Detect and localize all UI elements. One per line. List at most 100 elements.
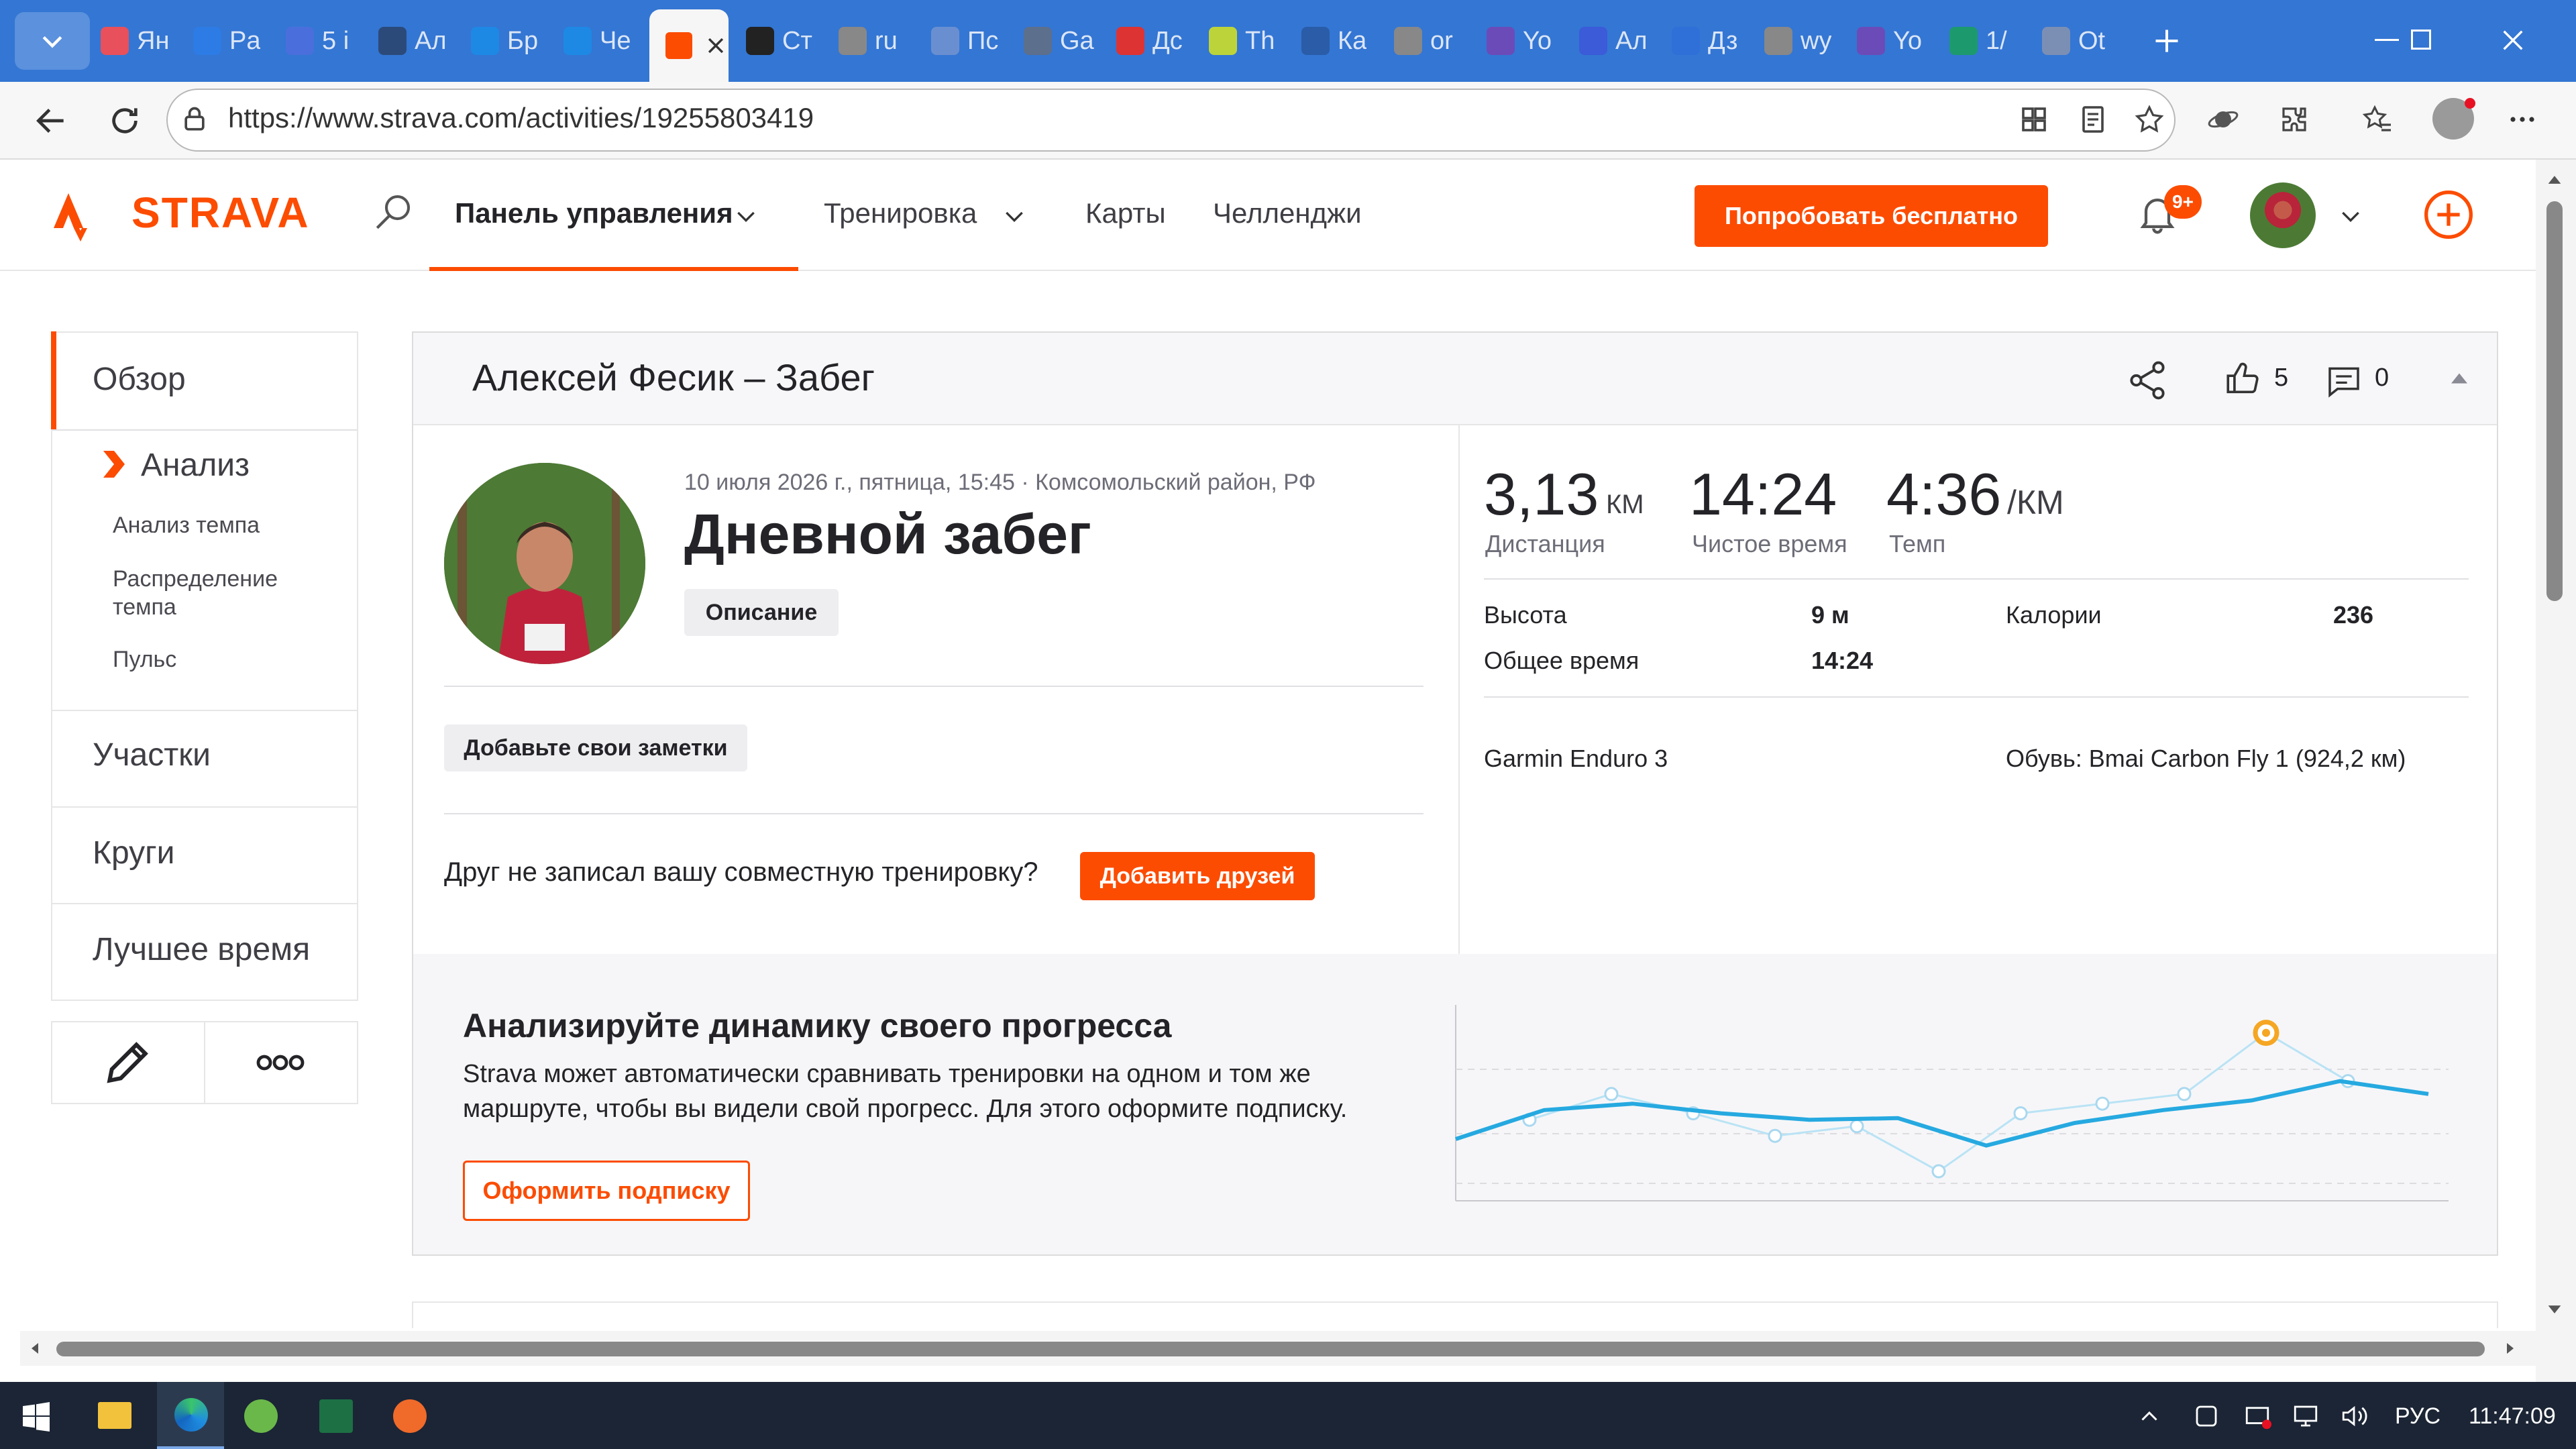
tray-network-alert-icon[interactable] <box>2243 1402 2271 1430</box>
nav-training[interactable]: Тренировка <box>824 197 977 229</box>
browser-tab[interactable]: Дз <box>1672 12 1760 70</box>
comments-count[interactable]: 0 <box>2375 364 2389 392</box>
description-button[interactable]: Описание <box>684 589 839 636</box>
scroll-down-icon[interactable] <box>2545 1300 2564 1319</box>
comment-icon[interactable] <box>2325 362 2363 400</box>
nav-maps[interactable]: Карты <box>1085 197 1166 229</box>
scroll-up-icon[interactable] <box>2545 170 2564 189</box>
add-plus-circle-icon[interactable] <box>2422 188 2475 241</box>
browser-tab[interactable]: Ал <box>1579 12 1668 70</box>
browser-tab[interactable]: Pa <box>193 12 282 70</box>
browser-tab[interactable]: Пс <box>931 12 1020 70</box>
browser-tab[interactable]: Че <box>564 12 652 70</box>
maximize-button[interactable] <box>2411 30 2431 50</box>
strava-logo-icon[interactable] <box>46 182 99 241</box>
add-notes-button[interactable]: Добавьте свои заметки <box>444 724 747 771</box>
nav-challenges[interactable]: Челленджи <box>1213 197 1362 229</box>
profile-avatar[interactable] <box>2432 98 2475 140</box>
more-options-icon[interactable] <box>254 1045 307 1080</box>
browser-tab[interactable]: Ga <box>1024 12 1112 70</box>
browser-tab[interactable]: Th <box>1209 12 1297 70</box>
browser-tab[interactable]: Yo <box>1487 12 1575 70</box>
minimize-button[interactable] <box>2375 39 2399 41</box>
file-explorer-icon[interactable] <box>98 1402 131 1429</box>
sidebar-item-segments[interactable]: Участки <box>93 737 211 773</box>
chevron-down-icon[interactable] <box>1001 203 1028 229</box>
browser-tab[interactable]: 5 i <box>286 12 374 70</box>
browser-tab[interactable]: Ст <box>746 12 835 70</box>
pace-label: Темп <box>1889 530 1946 557</box>
browser-tab[interactable]: 1/ <box>1949 12 2038 70</box>
browser-tab[interactable]: Дс <box>1116 12 1205 70</box>
browser-tab[interactable]: Ал <box>378 12 467 70</box>
favorite-star-icon[interactable] <box>2133 103 2165 136</box>
chevron-down-icon[interactable] <box>733 203 759 229</box>
chevron-down-icon[interactable] <box>2337 203 2364 229</box>
browser-tab[interactable]: Ot <box>2042 12 2131 70</box>
add-friends-button[interactable]: Добавить друзей <box>1080 852 1315 900</box>
vk-icon <box>1301 27 1330 55</box>
browser-tab[interactable]: or <box>1394 12 1483 70</box>
browser-tab[interactable]: Ян <box>101 12 189 70</box>
browser-tab[interactable]: Ка <box>1301 12 1390 70</box>
tray-app-icon[interactable] <box>2192 1402 2220 1430</box>
collapse-caret-icon[interactable] <box>2447 366 2471 390</box>
kudos-thumb-icon[interactable] <box>2223 360 2262 398</box>
new-tab-button[interactable] <box>2145 16 2188 66</box>
torrent-icon[interactable] <box>244 1399 278 1433</box>
distance-unit: КМ <box>1606 490 1644 519</box>
close-tab-icon[interactable] <box>704 34 727 57</box>
browser-tab-title: 5 i <box>322 26 350 55</box>
sidebar-item-laps[interactable]: Круги <box>93 835 174 871</box>
favorites-bar-icon[interactable] <box>2361 103 2394 136</box>
browser-tab[interactable]: ru <box>839 12 927 70</box>
tray-chevron-up-icon[interactable] <box>2137 1405 2161 1429</box>
close-window-icon[interactable] <box>2500 27 2526 54</box>
browser-tab[interactable]: Yo <box>1857 12 1945 70</box>
user-avatar[interactable] <box>2250 182 2316 248</box>
edit-pencil-icon[interactable] <box>101 1036 154 1089</box>
scroll-left-icon[interactable] <box>27 1340 43 1356</box>
sidebar-item-overview[interactable]: Обзор <box>93 361 186 398</box>
tray-volume-icon[interactable] <box>2340 1402 2368 1430</box>
edge-browser-icon[interactable] <box>157 1382 224 1449</box>
horizontal-scrollbar[interactable] <box>20 1331 2536 1366</box>
planet-icon[interactable] <box>2207 103 2239 136</box>
refresh-icon[interactable] <box>106 102 144 140</box>
lock-icon[interactable] <box>180 105 209 134</box>
tray-language[interactable]: РУС <box>2395 1403 2440 1430</box>
search-icon[interactable] <box>372 189 416 233</box>
try-free-button[interactable]: Попробовать бесплатно <box>1695 185 2048 247</box>
nav-dashboard[interactable]: Панель управления <box>455 197 733 229</box>
tab-actions-button[interactable] <box>15 12 90 70</box>
subscribe-button[interactable]: Оформить подписку <box>463 1161 750 1221</box>
sidebar-item-best-efforts[interactable]: Лучшее время <box>93 931 310 968</box>
horizontal-scroll-thumb[interactable] <box>56 1342 2485 1356</box>
share-icon[interactable] <box>2125 358 2169 402</box>
vertical-scroll-thumb[interactable] <box>2546 201 2563 601</box>
reader-icon[interactable] <box>2077 103 2109 136</box>
sidebar-item-analysis[interactable]: Анализ <box>141 447 250 484</box>
tray-display-icon[interactable] <box>2292 1402 2320 1430</box>
tab-active-strava[interactable] <box>649 9 729 82</box>
app-icon[interactable] <box>393 1399 427 1433</box>
windows-start-icon[interactable] <box>20 1401 52 1433</box>
sidebar-sub-heart-rate[interactable]: Пульс <box>113 647 176 673</box>
excel-icon[interactable] <box>319 1399 353 1433</box>
tray-clock[interactable]: 11:47:09 <box>2469 1403 2556 1430</box>
browser-tab[interactable]: wy <box>1764 12 1853 70</box>
extensions-icon[interactable] <box>2278 103 2310 136</box>
apps-icon[interactable] <box>2018 103 2050 136</box>
sidebar-sub-pace-analysis[interactable]: Анализ темпа <box>113 513 260 539</box>
back-icon[interactable] <box>32 102 70 140</box>
vertical-scrollbar[interactable] <box>2536 160 2576 1382</box>
kudos-count[interactable]: 5 <box>2274 364 2288 392</box>
distance-value: 3,13 <box>1484 461 1599 527</box>
windows-taskbar: РУС 11:47:09 <box>0 1382 2576 1449</box>
scroll-right-icon[interactable] <box>2502 1340 2518 1356</box>
activity-title: Дневной забег <box>684 502 1091 566</box>
more-menu-icon[interactable] <box>2506 103 2538 136</box>
strava-logo-text[interactable]: STRAVA <box>131 188 310 237</box>
sidebar-sub-pace-distribution[interactable]: Распределение темпа <box>113 565 314 621</box>
browser-tab[interactable]: Бр <box>471 12 559 70</box>
